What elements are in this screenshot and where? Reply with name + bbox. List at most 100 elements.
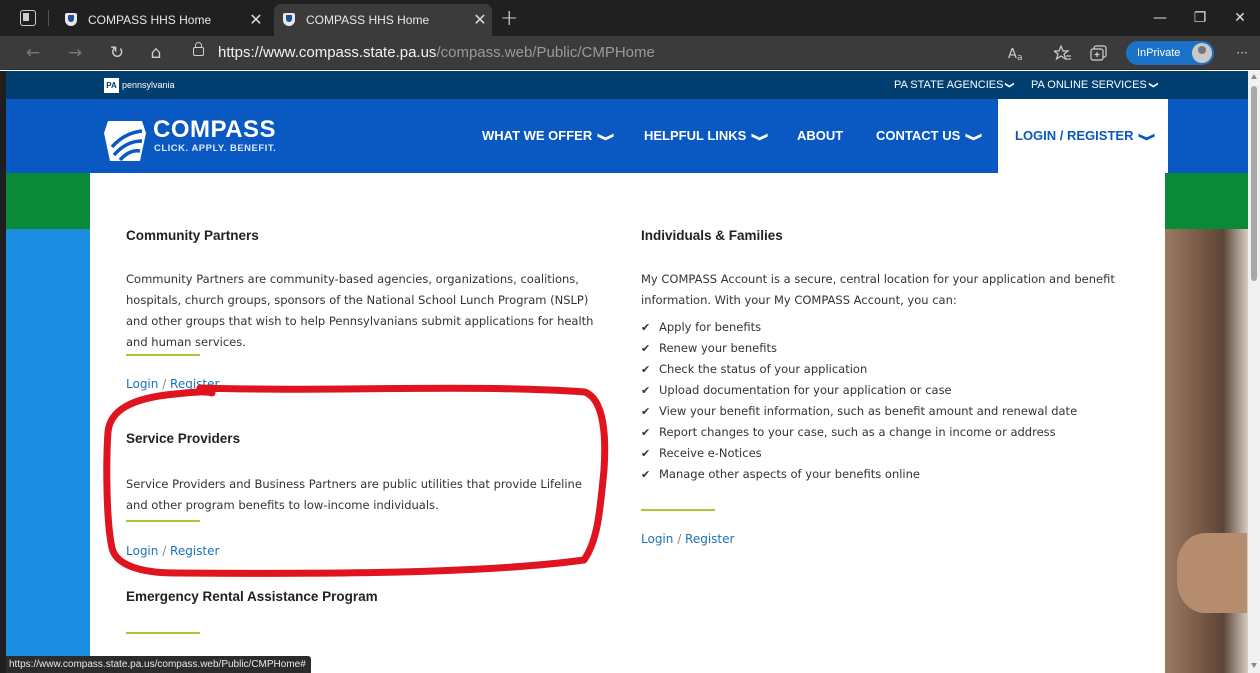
minimize-icon[interactable]: — (1140, 4, 1180, 32)
benefits-checklist: ✔ Apply for benefits ✔ Renew your benefits… (641, 317, 1077, 485)
check-icon: ✔ (641, 321, 651, 334)
pa-logo[interactable]: PA pennsylvania (104, 77, 175, 93)
community-partners-description: Community Partners are community-based a… (126, 272, 594, 349)
green-divider (126, 520, 200, 522)
back-icon[interactable]: ← (18, 36, 48, 70)
tab-actions-icon[interactable] (20, 10, 36, 26)
keystone-logo-icon (104, 121, 146, 162)
inprivate-badge[interactable]: InPrivate (1126, 41, 1214, 65)
service-providers-login-register: Login / Register (126, 544, 219, 558)
menu-login-register[interactable]: LOGIN / REGISTER ❯ (998, 99, 1168, 173)
menu-helpful-links[interactable]: HELPFUL LINKS ❯ (644, 99, 768, 173)
state-link-label: PA STATE AGENCIES (894, 79, 1004, 91)
check-icon: ✔ (641, 342, 651, 355)
menu-label: ABOUT (797, 128, 844, 143)
list-item: ✔ Receive e-Notices (641, 443, 1077, 464)
service-providers-description: Service Providers and Business Partners … (126, 477, 582, 512)
section-title-service-providers: Service Providers (126, 431, 241, 446)
collections-icon[interactable] (1090, 45, 1108, 61)
scroll-down-icon[interactable] (1251, 663, 1257, 668)
section-title-community-partners: Community Partners (126, 228, 259, 243)
check-icon: ✔ (641, 384, 651, 397)
browser-tab-2-active[interactable]: COMPASS HHS Home ✕ (274, 4, 492, 36)
menu-what-we-offer[interactable]: WHAT WE OFFER ❯ (482, 99, 614, 173)
list-item-text: Check the status of your application (659, 362, 868, 376)
green-divider (641, 509, 715, 511)
green-divider (126, 354, 200, 356)
pa-online-services-link[interactable]: PA ONLINE SERVICES ❯ (1031, 71, 1159, 99)
register-link[interactable]: Register (685, 532, 734, 546)
register-link[interactable]: Register (170, 377, 219, 391)
browser-toolbar: ← → ↻ ⌂ https://www.compass.state.pa.us/… (0, 36, 1260, 70)
scroll-up-icon[interactable] (1251, 74, 1257, 79)
brand-tagline: CLICK. APPLY. BENEFIT. (154, 143, 277, 154)
individuals-login-register: Login / Register (641, 532, 734, 546)
link-separator: / (673, 532, 686, 546)
chevron-down-icon: ❯ (1138, 132, 1156, 142)
tab-title: COMPASS HHS Home (88, 13, 212, 27)
browser-tab-bar: COMPASS HHS Home ✕ COMPASS HHS Home ✕ + … (0, 0, 1260, 36)
list-item-text: Report changes to your case, such as a c… (659, 425, 1056, 439)
list-item: ✔ Apply for benefits (641, 317, 1077, 338)
section-title-emergency-rental-assistance: Emergency Rental Assistance Program (126, 589, 378, 604)
read-aloud-icon[interactable]: A a (1008, 45, 1026, 61)
individuals-families-intro: My COMPASS Account is a secure, central … (641, 272, 1115, 307)
home-icon[interactable]: ⌂ (141, 36, 171, 70)
green-divider (126, 632, 200, 634)
menu-about[interactable]: ABOUT (797, 99, 843, 173)
web-page: PA pennsylvania PA STATE AGENCIES ❯ PA ON… (0, 71, 1260, 673)
check-icon: ✔ (641, 363, 651, 376)
forward-icon[interactable]: → (60, 36, 90, 70)
check-icon: ✔ (641, 405, 651, 418)
list-item: ✔ Report changes to your case, such as a … (641, 422, 1077, 443)
list-item-text: View your benefit information, such as b… (659, 404, 1078, 418)
state-link-label: PA ONLINE SERVICES (1031, 79, 1147, 91)
link-separator: / (158, 377, 171, 391)
browser-tab-1[interactable]: COMPASS HHS Home ✕ (56, 4, 268, 36)
pa-state-bar: PA pennsylvania PA STATE AGENCIES ❯ PA ON… (6, 71, 1248, 99)
address-bar[interactable]: https://www.compass.state.pa.us/compass.… (218, 36, 655, 70)
list-item: ✔ View your benefit information, such as … (641, 401, 1077, 422)
url-host: https://www.compass.state.pa.us (218, 44, 437, 61)
list-item: ✔ Manage other aspects of your benefits o… (641, 464, 1077, 485)
list-item-text: Apply for benefits (659, 320, 762, 334)
menu-contact-us[interactable]: CONTACT US ❯ (876, 99, 982, 173)
login-link[interactable]: Login (126, 544, 158, 558)
login-link[interactable]: Login (126, 377, 158, 391)
scrollbar-thumb[interactable] (1251, 86, 1257, 281)
svg-text:a: a (1017, 53, 1023, 61)
more-icon[interactable]: ··· (1227, 36, 1257, 70)
list-item: ✔ Check the status of your application (641, 359, 1077, 380)
compass-logo[interactable]: COMPASS CLICK. APPLY. BENEFIT. (102, 117, 292, 162)
refresh-icon[interactable]: ↻ (102, 36, 132, 70)
community-partners-login-register: Login / Register (126, 377, 219, 391)
check-icon: ✔ (641, 468, 651, 481)
tab-close-icon[interactable]: ✕ (468, 10, 492, 30)
hero-blue-panel (6, 229, 90, 673)
check-icon: ✔ (641, 426, 651, 439)
list-item-text: Manage other aspects of your benefits on… (659, 467, 920, 481)
compass-favicon-icon (64, 12, 78, 28)
pa-state-agencies-link[interactable]: PA STATE AGENCIES ❯ (894, 71, 1015, 99)
window-close-icon[interactable]: ✕ (1220, 4, 1260, 32)
status-bar-url: https://www.compass.state.pa.us/compass.… (6, 656, 311, 673)
restore-icon[interactable]: ❐ (1180, 4, 1220, 32)
chevron-down-icon: ❯ (597, 132, 615, 142)
profile-avatar-icon (1192, 43, 1212, 63)
pa-logo-text: pennsylvania (122, 80, 175, 90)
link-separator: / (158, 544, 171, 558)
hero-photo (1165, 173, 1248, 673)
new-tab-icon[interactable]: + (500, 6, 518, 31)
tab-close-icon[interactable]: ✕ (244, 10, 268, 30)
register-link[interactable]: Register (170, 544, 219, 558)
chevron-down-icon: ❯ (1005, 81, 1016, 89)
lock-icon[interactable] (193, 42, 204, 56)
list-item: ✔ Renew your benefits (641, 338, 1077, 359)
favorites-icon[interactable] (1054, 45, 1072, 61)
section-title-individuals-families: Individuals & Families (641, 228, 783, 243)
tab-divider (48, 10, 49, 26)
login-link[interactable]: Login (641, 532, 673, 546)
check-icon: ✔ (641, 447, 651, 460)
list-item-text: Upload documentation for your applicatio… (659, 383, 952, 397)
list-item: ✔ Upload documentation for your applicati… (641, 380, 1077, 401)
